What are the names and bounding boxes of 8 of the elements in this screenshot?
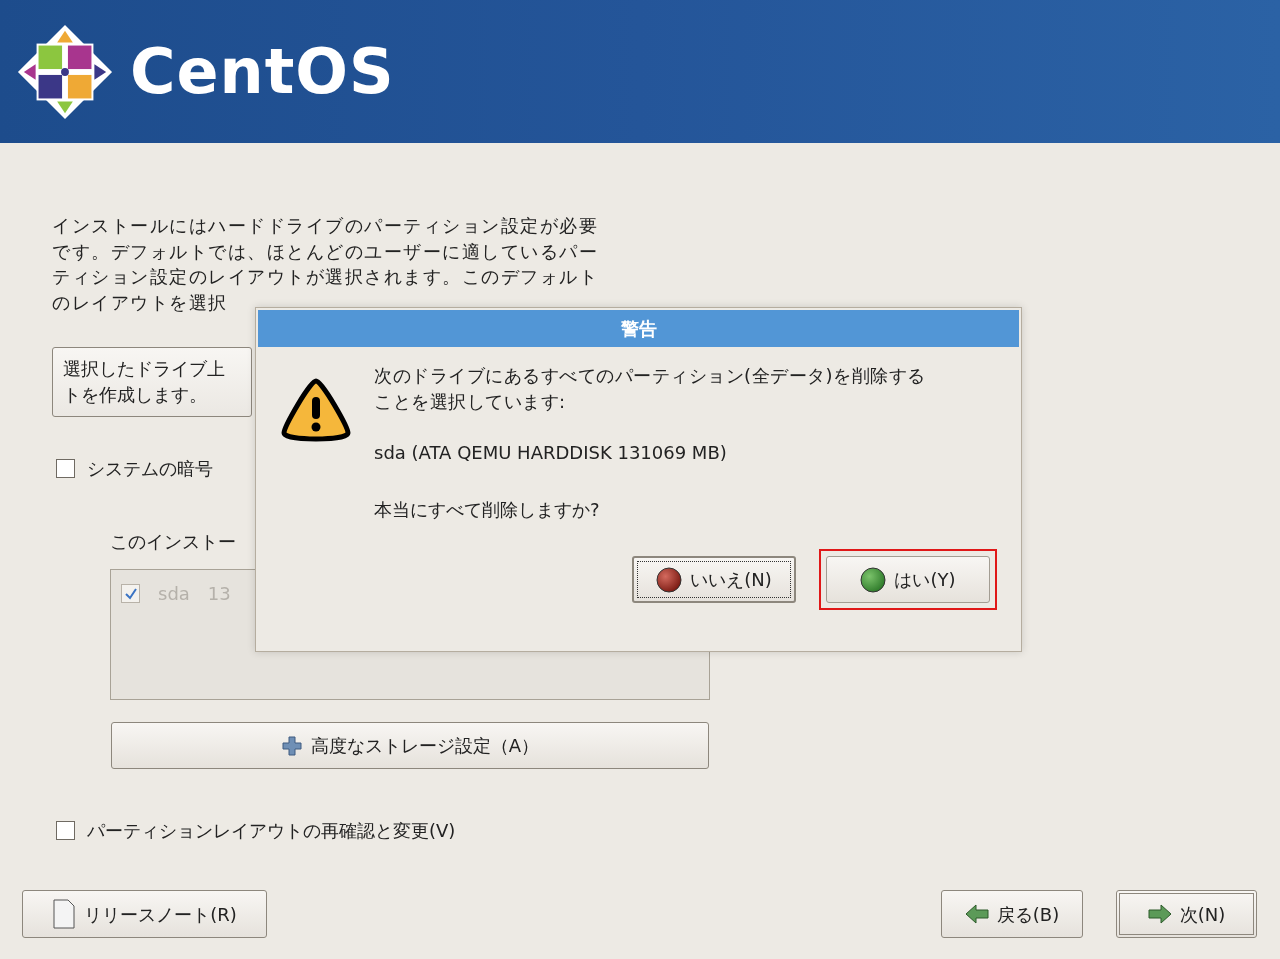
confirm-question: 本当にすべて削除しますか? xyxy=(374,498,601,522)
review-label: パーティションレイアウトの再確認と変更(V) xyxy=(87,819,456,843)
logo-text: CentOS xyxy=(130,34,395,110)
encrypt-label: システムの暗号 xyxy=(87,457,213,481)
drive-prompt: このインストー xyxy=(110,530,237,554)
drive-description: sda (ATA QEMU HARDDISK 131069 MB) xyxy=(374,441,728,465)
dialog-message: 次のドライブにあるすべてのパーティション(全データ)を削除する ことを選択しています: xyxy=(374,364,926,414)
dialog-title: 警告 xyxy=(258,310,1019,347)
